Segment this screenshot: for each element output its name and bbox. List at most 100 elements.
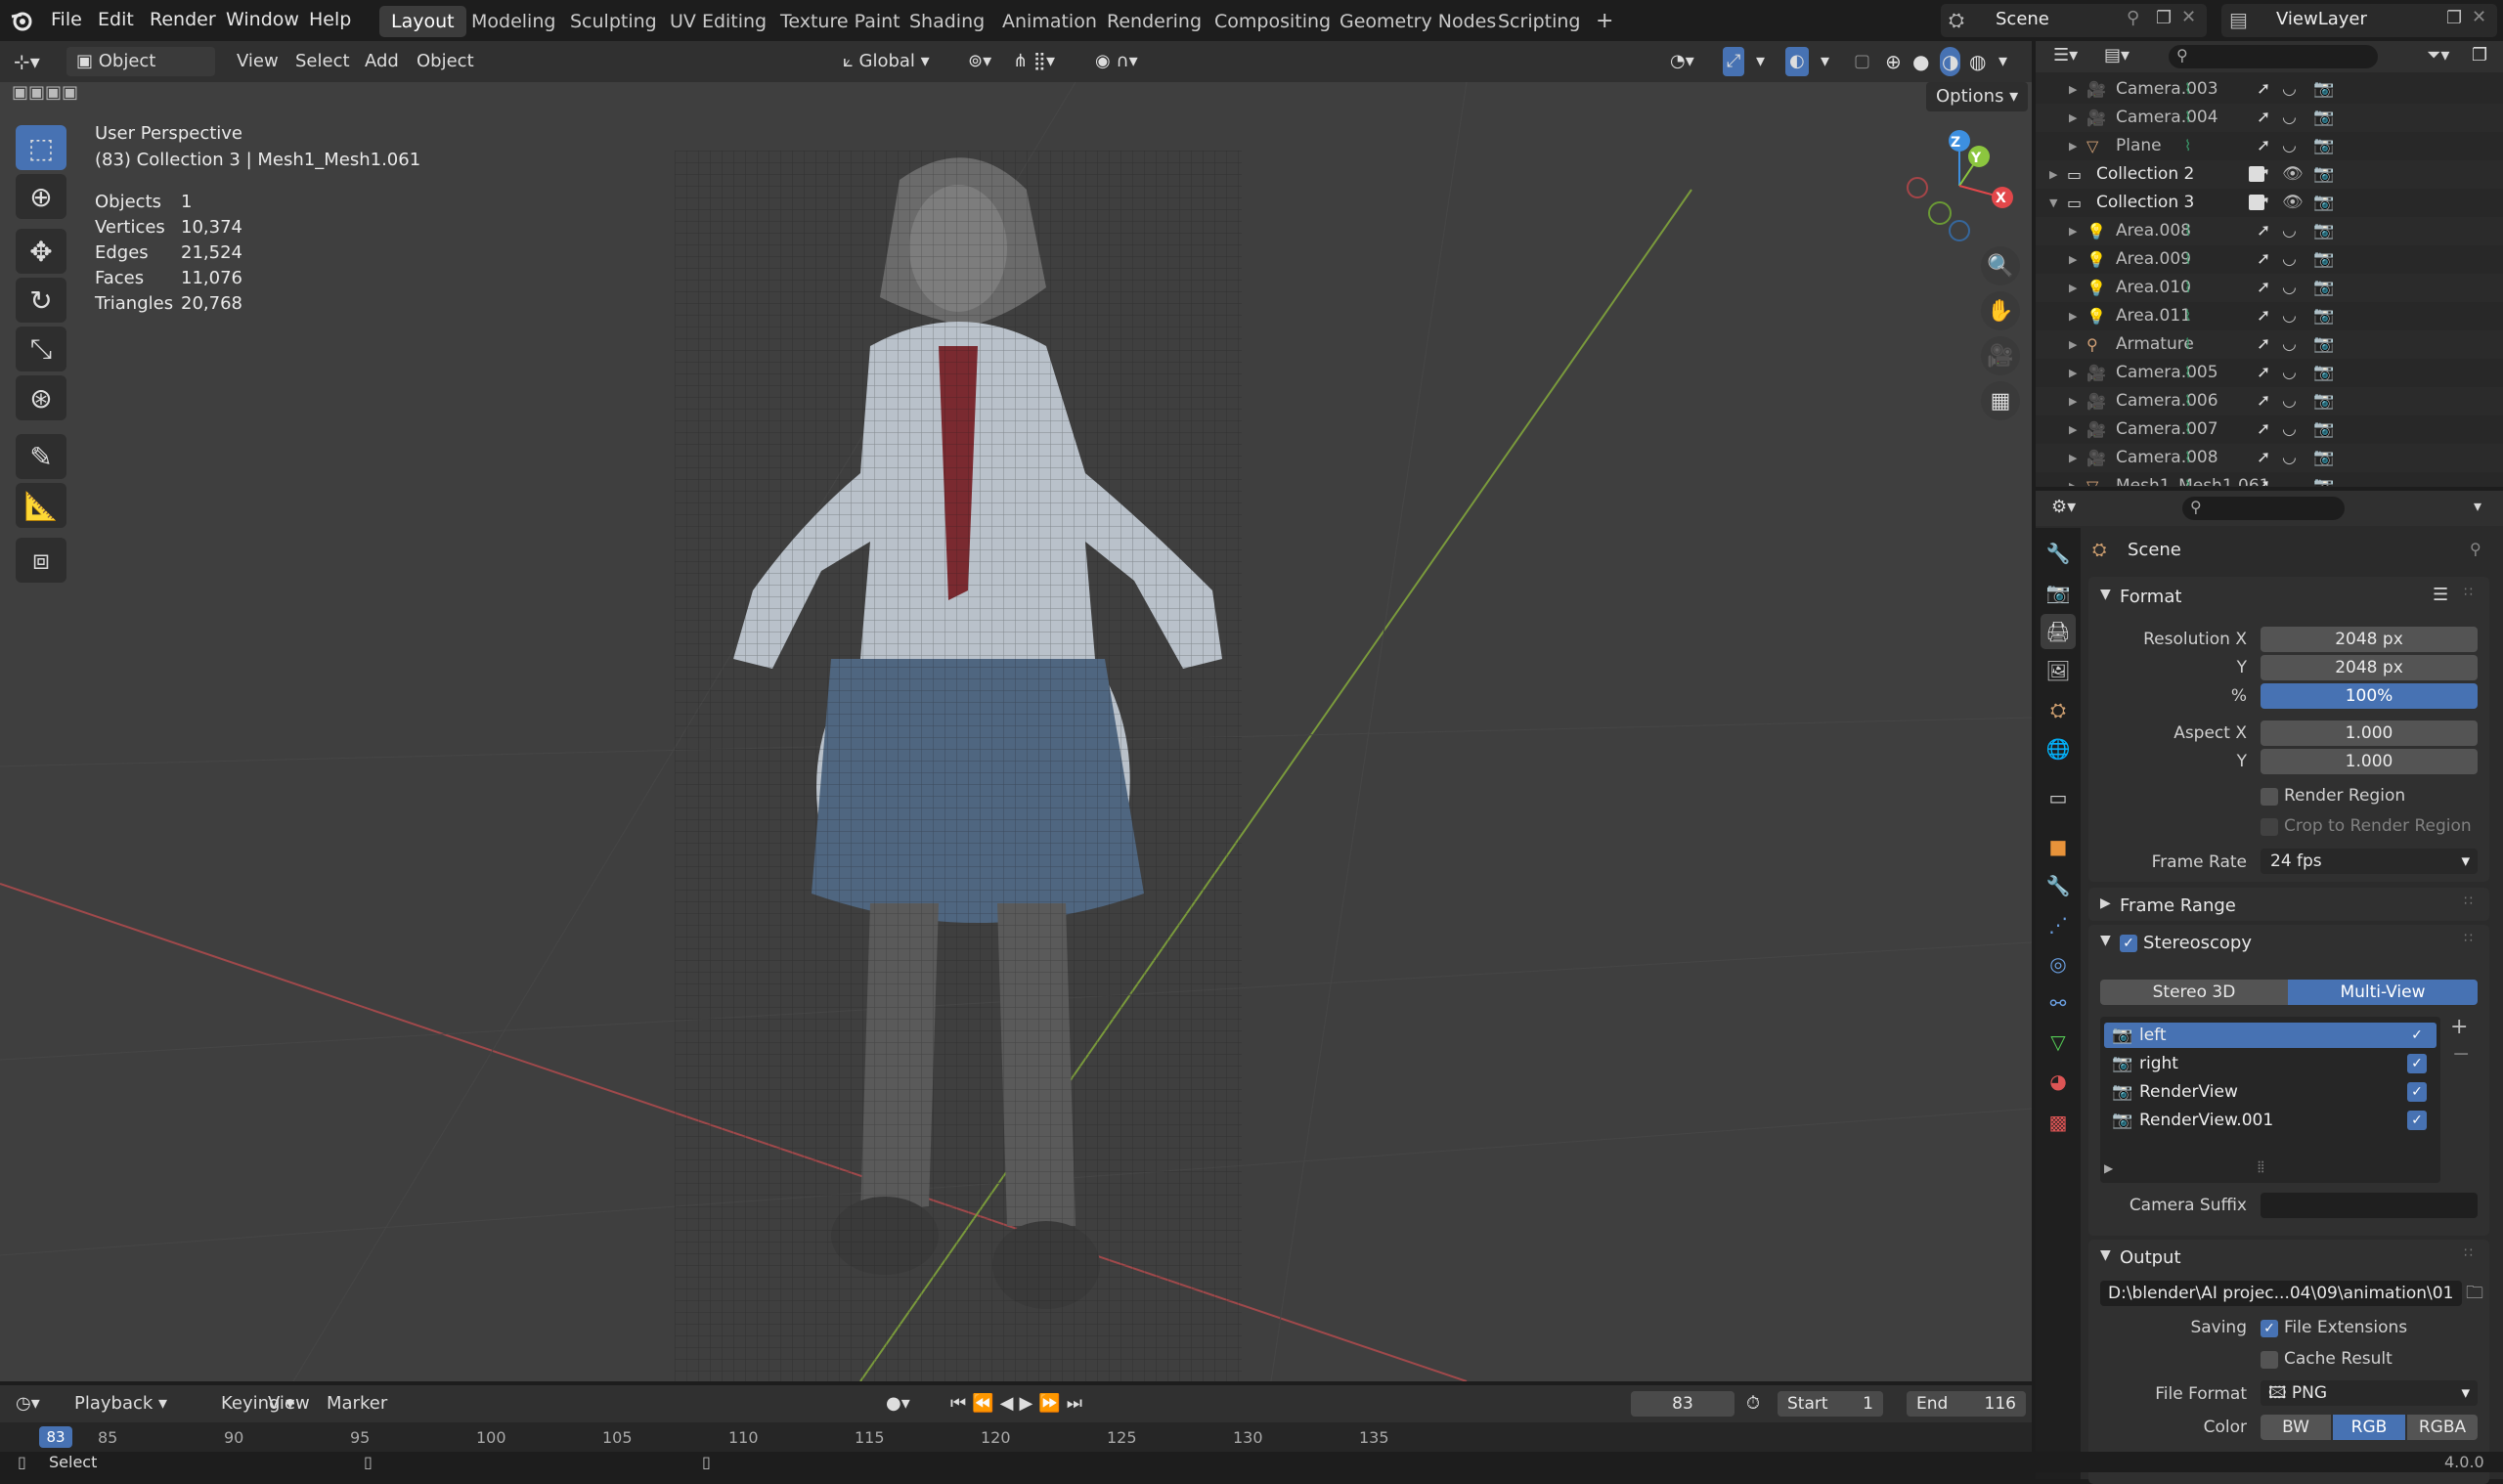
chevron-right-icon[interactable]: ▶ [2069, 245, 2077, 274]
eye-icon[interactable]: 👁 [2282, 160, 2304, 189]
material-tab-icon[interactable]: ◕ [2041, 1064, 2076, 1099]
object-tab-icon[interactable]: ■ [2041, 829, 2076, 864]
tab-compositing[interactable]: Compositing [1203, 6, 1342, 37]
hidden-eye-icon[interactable]: ◡ [2282, 444, 2297, 472]
drag-handle-icon[interactable]: ∷ [2464, 1245, 2473, 1261]
perspective-grid-icon[interactable]: ▦ [1981, 381, 2020, 420]
view-layer-selector[interactable]: ▤ ViewLayer ❐ ✕ [2221, 4, 2497, 37]
hidden-eye-icon[interactable]: ◡ [2282, 217, 2297, 245]
pin-icon[interactable]: ⚲ [2127, 8, 2139, 28]
render-camera-icon[interactable]: 📷 [2313, 415, 2334, 444]
render-camera-icon[interactable]: 📷 [2313, 387, 2334, 415]
outliner-item-name[interactable]: Camera.005 [2116, 359, 2218, 387]
chevron-right-icon[interactable]: ▶ [2069, 274, 2077, 302]
outliner-item-name[interactable]: Area.009 [2116, 245, 2191, 274]
timeline-view-menu[interactable]: View [268, 1389, 310, 1419]
pin-icon[interactable]: ⚲ [2470, 540, 2481, 558]
zoom-icon[interactable]: 🔍 [1981, 246, 2020, 285]
chevron-right-icon[interactable]: ▶ [2069, 302, 2077, 330]
stereo-3d-button[interactable]: Stereo 3D [2100, 980, 2288, 1005]
material-shading-icon[interactable]: ◑ [1940, 47, 1961, 76]
timeline-ruler[interactable]: 83 85 90 95 100 105 110 115 120 125 130 135 [0, 1422, 2032, 1452]
outliner-object-row[interactable]: ▶ ⚲ Armature ⌇ ➚ ◡ 📷 [2036, 330, 2503, 359]
transform-tool-icon[interactable]: ⊛ [16, 375, 66, 420]
chevron-right-icon[interactable]: ▶ [2069, 359, 2077, 387]
render-camera-icon[interactable]: 📷 [2313, 330, 2334, 359]
object-data-icon[interactable]: ⌇ [2184, 472, 2191, 486]
menu-render[interactable]: Render [150, 0, 216, 41]
start-frame-field[interactable]: Start 1 [1778, 1391, 1883, 1417]
view-row[interactable]: 📷 RenderView ✓ [2104, 1079, 2437, 1105]
selectable-arrow-icon[interactable]: ➚ [2257, 472, 2270, 486]
texture-tab-icon[interactable]: ▩ [2041, 1105, 2076, 1140]
modifier-tab-icon[interactable]: 🔧 [2041, 868, 2076, 903]
tab-modeling[interactable]: Modeling [460, 6, 567, 37]
outliner-object-row[interactable]: ▶ 🎥 Camera.003 ⌇ ➚ ◡ 📷 [2036, 75, 2503, 104]
pan-hand-icon[interactable]: ✋ [1981, 291, 2020, 330]
chevron-right-icon[interactable]: ▶ [2069, 472, 2077, 486]
outliner-item-name[interactable]: Plane [2116, 132, 2162, 160]
xray-icon[interactable]: ▢ [1854, 47, 1870, 76]
selectable-arrow-icon[interactable]: ➚ [2257, 245, 2270, 274]
tool-tab-icon[interactable]: 🔧 [2041, 536, 2076, 571]
remove-view-icon[interactable]: − [2452, 1042, 2470, 1067]
pivot-icon[interactable]: ⊚▾ [968, 47, 991, 76]
properties-type-icon[interactable]: ⚙▾ [2051, 497, 2076, 517]
object-data-icon[interactable]: ⌇ [2184, 132, 2191, 160]
resolution-percent-field[interactable]: 100% [2261, 683, 2478, 709]
outliner-object-row[interactable]: ▶ 🎥 Camera.007 ⌇ ➚ ◡ 📷 [2036, 415, 2503, 444]
menu-object[interactable]: Object [417, 47, 474, 76]
scene-tab-icon[interactable]: ⛭ [2041, 692, 2076, 727]
render-camera-icon[interactable]: 📷 [2313, 217, 2334, 245]
rotate-tool-icon[interactable]: ↻ [16, 278, 66, 323]
particles-tab-icon[interactable]: ⋰ [2041, 907, 2076, 942]
render-camera-icon[interactable]: 📷 [2313, 245, 2334, 274]
crop-region-checkbox[interactable] [2261, 818, 2278, 836]
frame-rate-dropdown[interactable]: 24 fps ▾ [2261, 849, 2478, 874]
outliner-object-row[interactable]: ▶ 🎥 Camera.006 ⌇ ➚ ◡ 📷 [2036, 387, 2503, 415]
outliner-item-name[interactable]: Collection 2 [2096, 160, 2194, 189]
camera-suffix-input[interactable] [2261, 1193, 2478, 1218]
selectable-arrow-icon[interactable]: ➚ [2257, 274, 2270, 302]
menu-edit[interactable]: Edit [98, 0, 134, 41]
visibility-icon[interactable]: ◔▾ [1670, 47, 1694, 76]
object-data-icon[interactable]: ⌇ [2184, 217, 2191, 245]
options-dropdown[interactable]: Options ▾ [1926, 82, 2029, 111]
outliner-item-name[interactable]: Armature [2116, 330, 2194, 359]
file-extensions-checkbox[interactable]: ✓ [2261, 1320, 2278, 1337]
object-data-icon[interactable]: ⌇ [2184, 359, 2191, 387]
scene-selector[interactable]: ⛭ Scene ⚲ ❐ ✕ [1941, 4, 2207, 37]
selectable-arrow-icon[interactable]: ➚ [2257, 104, 2270, 132]
tab-rendering[interactable]: Rendering [1095, 6, 1213, 37]
resize-handle-icon[interactable]: ⣿ [2257, 1159, 2265, 1173]
data-tab-icon[interactable]: ▽ [2041, 1025, 2076, 1060]
editor-type-icon[interactable]: ⊹▾ [14, 47, 40, 76]
new-scene-icon[interactable]: ❐ [2156, 8, 2172, 28]
add-view-icon[interactable]: + [2450, 1015, 2468, 1039]
selectable-arrow-icon[interactable]: ➚ [2257, 387, 2270, 415]
render-camera-icon[interactable]: 📷 [2313, 472, 2334, 486]
render-camera-icon[interactable]: 📷 [2313, 75, 2334, 104]
tab-scripting[interactable]: Scripting [1486, 6, 1593, 37]
measure-tool-icon[interactable]: 📐 [16, 483, 66, 528]
selectable-arrow-icon[interactable]: ➚ [2257, 444, 2270, 472]
timeline-marker-menu[interactable]: Marker [327, 1389, 387, 1419]
resolution-x-field[interactable]: 2048 px [2261, 627, 2478, 652]
render-camera-icon[interactable]: 📷 [2313, 302, 2334, 330]
camera-view-icon[interactable]: 🎥 [1981, 336, 2020, 375]
cache-result-checkbox[interactable] [2261, 1351, 2278, 1369]
tab-shading[interactable]: Shading [898, 6, 996, 37]
outliner-item-name[interactable]: Mesh1_Mesh1.061 [2116, 472, 2270, 486]
selectable-arrow-icon[interactable]: ➚ [2257, 415, 2270, 444]
hidden-eye-icon[interactable]: ◡ [2282, 415, 2297, 444]
chevron-right-icon[interactable]: ▶ [2100, 895, 2111, 911]
end-frame-field[interactable]: End 116 [1907, 1391, 2026, 1417]
render-tab-icon[interactable]: 📷 [2041, 575, 2076, 610]
render-camera-icon[interactable]: 📷 [2313, 132, 2334, 160]
new-collection-icon[interactable]: ❐ [2472, 45, 2487, 65]
chevron-down-icon[interactable]: ▾ [1821, 47, 1829, 76]
transform-orientation-dropdown[interactable]: ⟀ Global ▾ [843, 47, 930, 76]
object-data-icon[interactable]: ⌇ [2184, 444, 2191, 472]
proportional-edit-icon[interactable]: ◉ ∩▾ [1095, 47, 1138, 76]
menu-select[interactable]: Select [295, 47, 350, 76]
